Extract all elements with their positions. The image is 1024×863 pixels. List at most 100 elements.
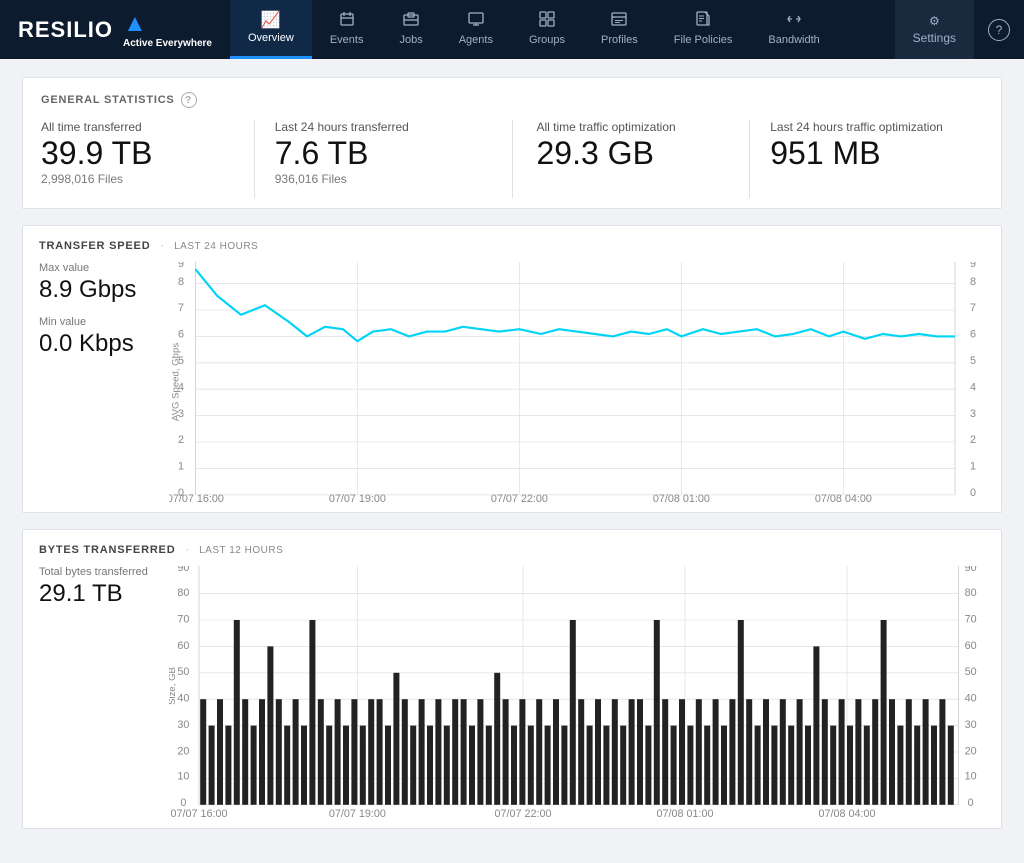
nav-groups[interactable]: Groups bbox=[511, 0, 583, 59]
profiles-label: Profiles bbox=[601, 34, 638, 46]
bytes-transferred-svg: 0 10 20 30 40 50 60 70 80 90 Size, GB bbox=[169, 566, 985, 818]
svg-text:70: 70 bbox=[177, 614, 189, 626]
last24-traffic-label: Last 24 hours traffic optimization bbox=[770, 120, 963, 134]
nav-agents[interactable]: Agents bbox=[441, 0, 511, 59]
left-stats-row: All time transferred 39.9 TB 2,998,016 F… bbox=[41, 120, 488, 198]
bytes-transferred-card: BYTES TRANSFERRED · LAST 12 HOURS Total … bbox=[22, 529, 1002, 829]
transfer-speed-title: TRANSFER SPEED bbox=[39, 240, 150, 252]
svg-text:3: 3 bbox=[970, 408, 976, 420]
stats-left: All time transferred 39.9 TB 2,998,016 F… bbox=[41, 120, 513, 198]
bandwidth-icon bbox=[786, 11, 802, 31]
nav-bandwidth[interactable]: Bandwidth bbox=[750, 0, 837, 59]
svg-text:60: 60 bbox=[965, 640, 977, 652]
svg-text:90: 90 bbox=[177, 566, 189, 574]
dot-separator2: · bbox=[185, 544, 189, 556]
filepolicies-icon bbox=[695, 11, 711, 31]
all-time-transferred-sub: 2,998,016 Files bbox=[41, 172, 234, 186]
total-bytes-label: Total bytes transferred bbox=[39, 566, 155, 578]
svg-text:9: 9 bbox=[178, 262, 184, 270]
svg-text:80: 80 bbox=[177, 587, 189, 599]
svg-text:07/07 22:00: 07/07 22:00 bbox=[494, 808, 551, 818]
svg-text:40: 40 bbox=[965, 693, 977, 705]
stats-right: All time traffic optimization 29.3 GB La… bbox=[537, 120, 984, 198]
last24-traffic-value: 951 MB bbox=[770, 136, 963, 171]
svg-text:30: 30 bbox=[177, 719, 189, 731]
bytes-transferred-subtitle: LAST 12 HOURS bbox=[199, 545, 283, 556]
svg-text:60: 60 bbox=[177, 640, 189, 652]
svg-text:07/07 22:00: 07/07 22:00 bbox=[491, 493, 548, 502]
nav-items: 📈 Overview Events Jo bbox=[230, 0, 1024, 59]
bytes-transferred-legend: Total bytes transferred 29.1 TB bbox=[39, 566, 169, 818]
all-time-transferred-label: All time transferred bbox=[41, 120, 234, 134]
overview-label: Overview bbox=[248, 32, 294, 44]
nav-settings[interactable]: ⚙ Settings bbox=[895, 0, 974, 59]
nav-overview[interactable]: 📈 Overview bbox=[230, 0, 312, 59]
svg-text:07/07 19:00: 07/07 19:00 bbox=[329, 493, 386, 502]
active-everywhere-text: Active Everywhere bbox=[123, 38, 212, 49]
bytes-transferred-body: Total bytes transferred 29.1 TB 0 10 20 … bbox=[39, 566, 985, 818]
transfer-speed-legend: Max value 8.9 Gbps Min value 0.0 Kbps bbox=[39, 262, 169, 502]
transfer-speed-svg: 0 1 2 3 4 5 6 7 8 9 AVG Speed, Gbps bbox=[169, 262, 985, 502]
groups-label: Groups bbox=[529, 34, 565, 46]
speed-line bbox=[195, 269, 955, 341]
svg-text:80: 80 bbox=[965, 587, 977, 599]
svg-text:1: 1 bbox=[970, 461, 976, 473]
logo-area: RESILIO ▲ Active Everywhere bbox=[0, 0, 230, 59]
filepolicies-label: File Policies bbox=[674, 34, 733, 46]
last24-transferred: Last 24 hours transferred 7.6 TB 936,016… bbox=[275, 120, 488, 198]
svg-text:7: 7 bbox=[178, 302, 184, 314]
svg-text:50: 50 bbox=[965, 666, 977, 678]
all-time-transferred-value: 39.9 TB bbox=[41, 136, 234, 171]
transfer-speed-header: TRANSFER SPEED · LAST 24 HOURS bbox=[39, 240, 985, 252]
svg-text:8: 8 bbox=[970, 276, 976, 288]
agents-label: Agents bbox=[459, 34, 493, 46]
logo-text: RESILIO bbox=[18, 17, 113, 43]
bandwidth-label: Bandwidth bbox=[768, 34, 819, 46]
nav-help[interactable]: ? bbox=[974, 0, 1024, 59]
svg-text:8: 8 bbox=[178, 276, 184, 288]
min-label: Min value bbox=[39, 316, 155, 328]
nav-jobs[interactable]: Jobs bbox=[381, 0, 440, 59]
svg-text:30: 30 bbox=[965, 719, 977, 731]
nav-events[interactable]: Events bbox=[312, 0, 382, 59]
bytes-transferred-header: BYTES TRANSFERRED · LAST 12 HOURS bbox=[39, 544, 985, 556]
general-statistics-help-icon[interactable]: ? bbox=[181, 92, 197, 108]
jobs-icon bbox=[403, 11, 419, 31]
last24-transferred-value: 7.6 TB bbox=[275, 136, 468, 171]
y-axis-right: 0 1 2 3 4 5 6 7 8 9 bbox=[970, 262, 976, 499]
svg-text:2: 2 bbox=[970, 434, 976, 446]
last24-transferred-label: Last 24 hours transferred bbox=[275, 120, 468, 134]
all-time-traffic: All time traffic optimization 29.3 GB bbox=[537, 120, 751, 198]
svg-text:07/08 04:00: 07/08 04:00 bbox=[818, 808, 875, 818]
all-time-traffic-label: All time traffic optimization bbox=[537, 120, 730, 134]
svg-text:07/07 16:00: 07/07 16:00 bbox=[169, 493, 224, 502]
svg-text:7: 7 bbox=[970, 302, 976, 314]
svg-text:07/08 01:00: 07/08 01:00 bbox=[653, 493, 710, 502]
nav-profiles[interactable]: Profiles bbox=[583, 0, 656, 59]
main-content: GENERAL STATISTICS ? All time transferre… bbox=[0, 59, 1024, 863]
nav-filepolicies[interactable]: File Policies bbox=[656, 0, 751, 59]
svg-text:40: 40 bbox=[177, 693, 189, 705]
jobs-label: Jobs bbox=[399, 34, 422, 46]
transfer-speed-card: TRANSFER SPEED · LAST 24 HOURS Max value… bbox=[22, 225, 1002, 513]
svg-text:07/08 04:00: 07/08 04:00 bbox=[815, 493, 872, 502]
stats-split: All time transferred 39.9 TB 2,998,016 F… bbox=[41, 120, 983, 198]
svg-text:50: 50 bbox=[177, 666, 189, 678]
svg-text:0: 0 bbox=[968, 797, 974, 809]
settings-icon: ⚙ bbox=[929, 14, 940, 28]
logo-badge: ▲ Active Everywhere bbox=[123, 10, 212, 49]
bytes-transferred-title: BYTES TRANSFERRED bbox=[39, 544, 175, 556]
logo-icon: ▲ bbox=[123, 10, 147, 38]
agents-icon bbox=[468, 11, 484, 31]
svg-text:90: 90 bbox=[965, 566, 977, 574]
dot-separator: · bbox=[160, 240, 164, 252]
general-statistics-card: GENERAL STATISTICS ? All time transferre… bbox=[22, 77, 1002, 209]
transfer-speed-chart: 0 1 2 3 4 5 6 7 8 9 AVG Speed, Gbps bbox=[169, 262, 985, 502]
svg-text:9: 9 bbox=[970, 262, 976, 270]
all-time-traffic-value: 29.3 GB bbox=[537, 136, 730, 171]
navbar: RESILIO ▲ Active Everywhere 📈 Overview E… bbox=[0, 0, 1024, 59]
general-statistics-title: GENERAL STATISTICS ? bbox=[41, 92, 983, 108]
svg-text:4: 4 bbox=[970, 382, 976, 394]
svg-text:10: 10 bbox=[177, 771, 189, 783]
last24-traffic: Last 24 hours traffic optimization 951 M… bbox=[770, 120, 983, 198]
